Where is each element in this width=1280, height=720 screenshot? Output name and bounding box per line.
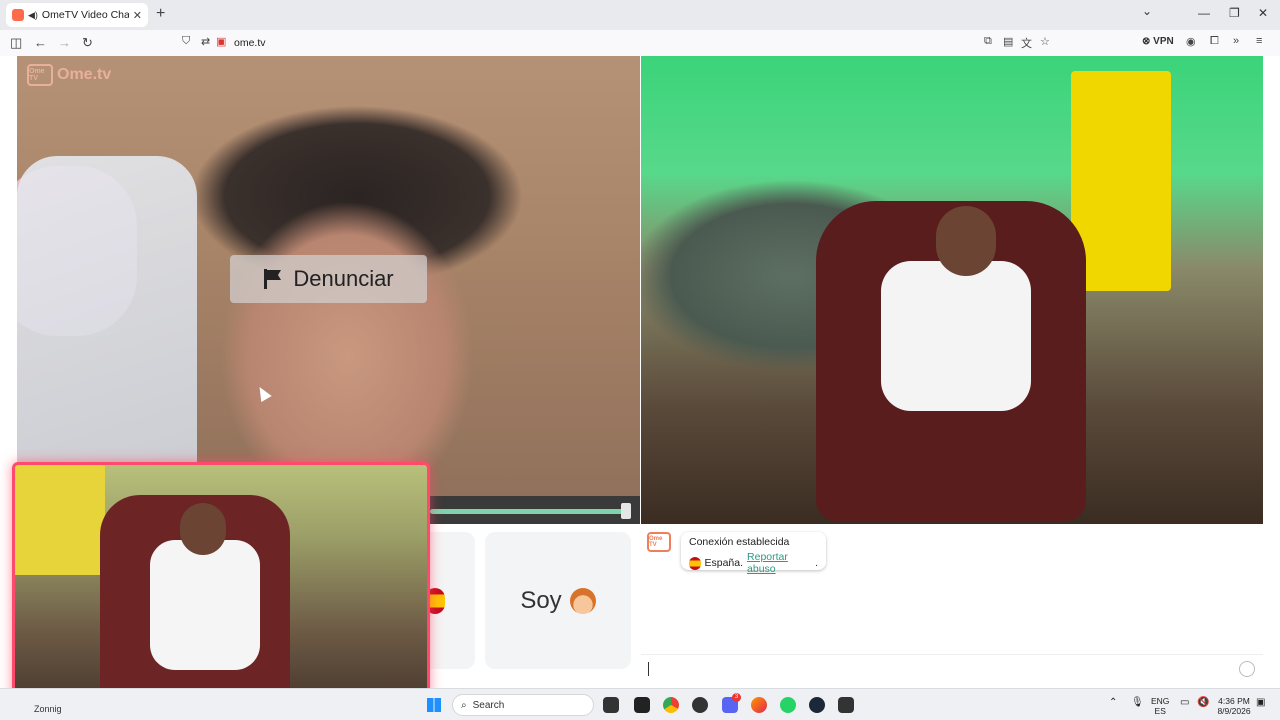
obs-icon[interactable] bbox=[838, 697, 854, 713]
steam-icon[interactable] bbox=[809, 697, 825, 713]
mouse-cursor-icon bbox=[254, 383, 272, 403]
picture-in-picture-icon[interactable]: ⧉ bbox=[984, 35, 992, 48]
yellow-cabinet bbox=[1071, 71, 1171, 291]
back-arrow-icon[interactable]: ← bbox=[34, 35, 47, 50]
discord-badge: 3 bbox=[732, 693, 741, 702]
emoji-icon[interactable] bbox=[1239, 661, 1255, 677]
text-caret bbox=[648, 662, 649, 676]
ometv-logo-text: Ome.tv bbox=[57, 66, 112, 83]
close-window-button[interactable]: ✕ bbox=[1258, 6, 1268, 20]
tab-close-icon[interactable]: ✕ bbox=[133, 9, 142, 22]
camera-sharing-icon[interactable]: ▣ bbox=[216, 35, 226, 48]
report-button-label: Denunciar bbox=[293, 266, 394, 291]
restore-button[interactable]: ❐ bbox=[1229, 6, 1240, 20]
permissions-icon[interactable]: ⇄ bbox=[201, 35, 210, 48]
screen: ◀) OmeTV Video Chat — Ome ✕ + ⌄ — ❐ ✕ ◫ … bbox=[0, 0, 1280, 720]
ometv-logo: Ome TV Ome.tv bbox=[27, 64, 111, 86]
volume-slider[interactable] bbox=[430, 509, 626, 514]
windows-start-icon[interactable] bbox=[427, 698, 441, 712]
report-abuse-suffix: . bbox=[815, 557, 818, 569]
url-bar[interactable]: ome.tv bbox=[234, 37, 266, 49]
weather-widget[interactable]: Zonnig bbox=[34, 704, 62, 714]
network-icon[interactable]: ▭ bbox=[1180, 698, 1189, 708]
translate-icon[interactable]: 文 bbox=[1021, 35, 1032, 51]
cam-yellow-cabinet bbox=[15, 465, 105, 575]
shield-icon[interactable]: ⛉ bbox=[182, 35, 190, 48]
chat-input[interactable] bbox=[641, 654, 1263, 682]
language-indicator[interactable]: ENG ES bbox=[1151, 696, 1169, 716]
system-message: Conexión establecida España. Reportar ab… bbox=[681, 532, 826, 575]
tab-title: OmeTV Video Chat — Ome bbox=[41, 9, 129, 21]
report-button[interactable]: Denunciar bbox=[230, 255, 427, 303]
whatsapp-icon[interactable] bbox=[780, 697, 796, 713]
microphone-icon[interactable]: 🎙 bbox=[1131, 698, 1144, 708]
speaker-icon[interactable]: ◀) bbox=[28, 10, 38, 21]
search-placeholder: Search bbox=[472, 699, 505, 711]
reader-icon[interactable]: ▤ bbox=[1003, 35, 1013, 48]
browser-toolbar: ◫ ← → ↻ ⛉ ⇄ ▣ ome.tv ⧉ ▤ 文 ☆ ⊗ VPN ◉ ⧠ »… bbox=[0, 30, 1280, 56]
chrome-icon[interactable] bbox=[663, 697, 679, 713]
chat-panel: Ome TV Conexión establecida España. Repo… bbox=[641, 524, 1263, 688]
extension-icon[interactable]: ◉ bbox=[1186, 35, 1196, 48]
menu-icon[interactable]: ≡ bbox=[1256, 35, 1262, 47]
volume-slider-handle[interactable] bbox=[621, 503, 631, 519]
windows-taskbar: Zonnig ⌕ Search 3 ⌃ 🎙 ENG ES ▭ 🔇 4:36 PM… bbox=[0, 688, 1280, 720]
bookmark-star-icon[interactable]: ☆ bbox=[1040, 35, 1050, 48]
connection-status: Conexión establecida bbox=[689, 536, 790, 548]
forward-arrow-icon[interactable]: → bbox=[58, 35, 71, 50]
gender-filter-card[interactable]: Soy bbox=[485, 532, 631, 669]
country-line: España. Reportar abuso. bbox=[689, 551, 818, 575]
sidebar-toggle-icon[interactable]: ◫ bbox=[10, 35, 22, 51]
self-video bbox=[641, 56, 1263, 524]
tray-chevron-icon[interactable]: ⌃ bbox=[1109, 698, 1117, 708]
browser-tab-strip: ◀) OmeTV Video Chat — Ome ✕ + ⌄ — ❐ ✕ bbox=[0, 0, 1280, 30]
cam-person-shirt bbox=[150, 540, 260, 670]
app-icon[interactable] bbox=[634, 697, 650, 713]
firefox-icon[interactable] bbox=[751, 697, 767, 713]
clock-date: 8/9/2026 bbox=[1217, 706, 1251, 716]
ometv-logo-box: Ome TV bbox=[27, 64, 53, 86]
ometv-avatar-icon: Ome TV bbox=[647, 532, 671, 552]
browser-tab[interactable]: ◀) OmeTV Video Chat — Ome ✕ bbox=[6, 3, 148, 27]
task-view-icon[interactable] bbox=[603, 697, 619, 713]
clock[interactable]: 4:36 PM 8/9/2026 bbox=[1216, 696, 1252, 716]
gender-label: Soy bbox=[520, 586, 562, 614]
stranger-video: Ome TV Ome.tv Denunciar bbox=[17, 56, 640, 524]
reload-icon[interactable]: ↻ bbox=[82, 35, 93, 51]
country-name: España. bbox=[704, 557, 744, 569]
person-shirt bbox=[881, 261, 1031, 411]
extensions-puzzle-icon[interactable]: ⧠ bbox=[1210, 35, 1219, 48]
vpn-label: VPN bbox=[1153, 36, 1174, 47]
volume-mute-icon[interactable]: 🔇 bbox=[1197, 698, 1209, 708]
flag-icon bbox=[264, 269, 282, 289]
taskbar-search[interactable]: ⌕ Search bbox=[452, 694, 594, 716]
spain-flag-small-icon bbox=[689, 556, 701, 570]
github-icon[interactable] bbox=[692, 697, 708, 713]
person-head bbox=[936, 206, 996, 276]
cam-person-head bbox=[180, 503, 226, 555]
language-bottom: ES bbox=[1154, 706, 1166, 716]
language-top: ENG bbox=[1151, 696, 1170, 706]
report-abuse-link[interactable]: Reportar abuso bbox=[747, 551, 811, 575]
vpn-button[interactable]: ⊗ VPN bbox=[1142, 36, 1174, 47]
webcam-overlay bbox=[12, 462, 430, 704]
report-abuse-text: Reportar abuso bbox=[747, 551, 788, 575]
new-tab-button[interactable]: + bbox=[156, 5, 165, 23]
tab-list-chevron-icon[interactable]: ⌄ bbox=[1142, 4, 1152, 18]
overflow-chevron-icon[interactable]: » bbox=[1233, 35, 1239, 47]
boy-emoji-icon bbox=[569, 587, 596, 614]
ometv-favicon-icon bbox=[12, 9, 24, 21]
clock-time: 4:36 PM bbox=[1218, 696, 1250, 706]
minimize-button[interactable]: — bbox=[1198, 6, 1210, 20]
search-icon: ⌕ bbox=[461, 699, 467, 711]
notifications-icon[interactable]: ▣ bbox=[1256, 698, 1265, 708]
